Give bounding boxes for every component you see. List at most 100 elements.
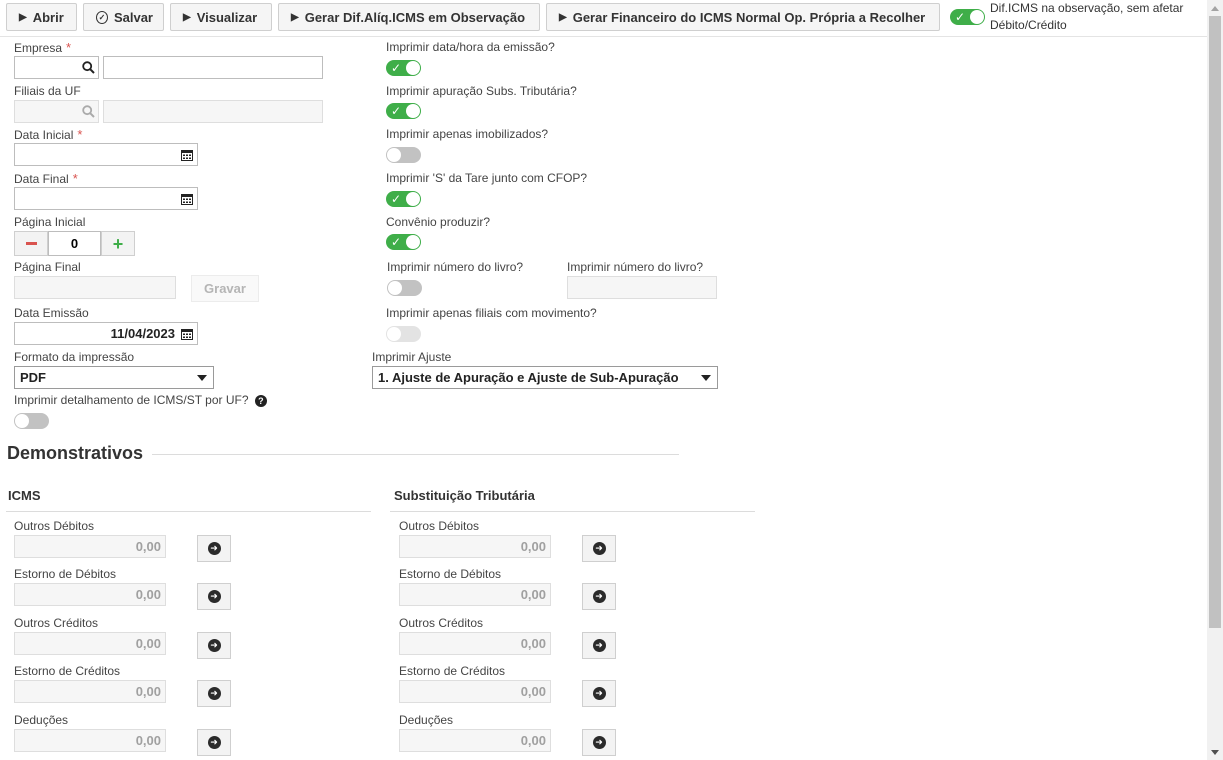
data-emissao-input[interactable] [14, 322, 198, 345]
chevron-down-icon [701, 375, 711, 381]
formato-impressao-select[interactable]: PDF [14, 366, 214, 389]
imprimir-ajuste-select[interactable]: 1. Ajuste de Apuração e Ajuste de Sub-Ap… [372, 366, 718, 389]
play-icon: ▶ [559, 11, 567, 23]
st-divider [390, 511, 755, 512]
scrollbar-thumb[interactable] [1209, 16, 1221, 628]
filiais-name-input [103, 100, 323, 123]
st-estorno-debitos-button[interactable]: ➜ [582, 583, 616, 610]
icms-divider [6, 511, 371, 512]
st-outros-creditos-button[interactable]: ➜ [582, 632, 616, 659]
icms-deducoes-button[interactable]: ➜ [197, 729, 231, 756]
calendar-icon[interactable] [178, 143, 196, 166]
st-estorno-creditos-label: Estorno de Créditos [399, 664, 506, 678]
gravar-button: Gravar [191, 275, 259, 302]
play-icon: ▶ [19, 11, 27, 23]
minus-icon [25, 242, 37, 245]
question-circle-icon[interactable]: ? [254, 395, 267, 407]
detalhamento-toggle[interactable] [14, 413, 49, 429]
subs-tributaria-toggle[interactable]: ✓ [386, 103, 421, 119]
data-hora-emissao-label: Imprimir data/hora da emissão? [386, 40, 555, 54]
st-outros-creditos-value: 0,00 [399, 632, 551, 655]
empresa-label: Empresa * [14, 40, 72, 55]
icms-estorno-creditos-button[interactable]: ➜ [197, 680, 231, 707]
arrow-right-circle-icon: ➜ [207, 590, 221, 603]
icms-outros-debitos-button[interactable]: ➜ [197, 535, 231, 562]
check-icon: ✓ [391, 192, 402, 206]
st-deducoes-button[interactable]: ➜ [582, 729, 616, 756]
arrow-right-circle-icon: ➜ [592, 736, 606, 749]
icms-deducoes-label: Deduções [14, 713, 69, 727]
st-outros-debitos-button[interactable]: ➜ [582, 535, 616, 562]
data-inicial-input[interactable] [14, 143, 198, 166]
st-estorno-debitos-value: 0,00 [399, 583, 551, 606]
search-icon [78, 100, 98, 123]
formato-impressao-label: Formato da impressão [14, 350, 135, 364]
icms-outros-debitos-label: Outros Débitos [14, 519, 95, 533]
pagina-final-input [14, 276, 176, 299]
tare-cfop-toggle[interactable]: ✓ [386, 191, 421, 207]
generate-financeiro-button[interactable]: ▶ Gerar Financeiro do ICMS Normal Op. Pr… [546, 3, 940, 31]
increment-button[interactable]: + [101, 231, 135, 256]
data-emissao-label: Data Emissão [14, 306, 89, 320]
convenio-label: Convênio produzir? [386, 215, 491, 229]
search-icon[interactable] [78, 56, 98, 79]
icms-outros-creditos-value: 0,00 [14, 632, 166, 655]
empresa-name-input[interactable] [103, 56, 323, 79]
calendar-icon[interactable] [178, 187, 196, 210]
check-icon: ✓ [391, 235, 402, 249]
check-icon: ✓ [391, 61, 402, 75]
check-icon: ✓ [391, 104, 402, 118]
scroll-up-arrow-icon[interactable] [1207, 0, 1223, 16]
plus-icon: + [112, 233, 124, 254]
st-estorno-debitos-label: Estorno de Débitos [399, 567, 502, 581]
st-outros-debitos-label: Outros Débitos [399, 519, 480, 533]
pagina-inicial-input[interactable] [48, 231, 101, 256]
convenio-toggle[interactable]: ✓ [386, 234, 421, 250]
imobilizados-label: Imprimir apenas imobilizados? [386, 127, 549, 141]
st-estorno-creditos-value: 0,00 [399, 680, 551, 703]
st-deducoes-value: 0,00 [399, 729, 551, 752]
icms-outros-debitos-value: 0,00 [14, 535, 166, 558]
icms-estorno-debitos-value: 0,00 [14, 583, 166, 606]
st-outros-debitos-value: 0,00 [399, 535, 551, 558]
numero-livro-toggle[interactable] [387, 280, 422, 296]
arrow-right-circle-icon: ➜ [207, 542, 221, 555]
chevron-down-icon [197, 375, 207, 381]
data-final-input[interactable] [14, 187, 198, 210]
st-outros-creditos-label: Outros Créditos [399, 616, 484, 630]
data-final-label: Data Final * [14, 171, 78, 186]
required-asterisk-icon: * [77, 127, 83, 142]
dif-icms-observacao-toggle[interactable]: ✓ [950, 9, 985, 25]
play-icon: ▶ [291, 11, 299, 23]
arrow-right-circle-icon: ➜ [207, 736, 221, 749]
arrow-right-circle-icon: ➜ [592, 687, 606, 700]
detalhamento-label: Imprimir detalhamento de ICMS/ST por UF?… [14, 393, 267, 407]
icms-outros-creditos-label: Outros Créditos [14, 616, 99, 630]
arrow-right-circle-icon: ➜ [592, 590, 606, 603]
dif-icms-observacao-label-line1: Dif.ICMS na observação, sem afetar [990, 1, 1184, 15]
filiais-uf-label: Filiais da UF [14, 84, 81, 98]
numero-livro-input [567, 276, 717, 299]
decrement-button[interactable] [14, 231, 48, 256]
icms-section-title: ICMS [8, 488, 41, 503]
subs-tributaria-label: Imprimir apuração Subs. Tributária? [386, 84, 577, 98]
open-button[interactable]: ▶ Abrir [6, 3, 77, 31]
play-icon: ▶ [183, 11, 191, 23]
icms-estorno-debitos-button[interactable]: ➜ [197, 583, 231, 610]
data-hora-emissao-toggle[interactable]: ✓ [386, 60, 421, 76]
save-button[interactable]: ✓ Salvar [83, 3, 164, 31]
numero-livro-label-2: Imprimir número do livro? [567, 260, 704, 274]
scroll-down-arrow-icon[interactable] [1207, 744, 1223, 760]
numero-livro-label: Imprimir número do livro? [387, 260, 524, 274]
icms-outros-creditos-button[interactable]: ➜ [197, 632, 231, 659]
imobilizados-toggle[interactable] [386, 147, 421, 163]
arrow-right-circle-icon: ➜ [207, 639, 221, 652]
generate-dif-aliq-button[interactable]: ▶ Gerar Dif.Alíq.ICMS em Observação [278, 3, 540, 31]
st-estorno-creditos-button[interactable]: ➜ [582, 680, 616, 707]
calendar-icon[interactable] [178, 322, 196, 345]
icms-estorno-creditos-value: 0,00 [14, 680, 166, 703]
imprimir-ajuste-label: Imprimir Ajuste [372, 350, 452, 364]
st-deducoes-label: Deduções [399, 713, 454, 727]
preview-button[interactable]: ▶ Visualizar [170, 3, 272, 31]
demonstrativos-divider [152, 454, 679, 455]
